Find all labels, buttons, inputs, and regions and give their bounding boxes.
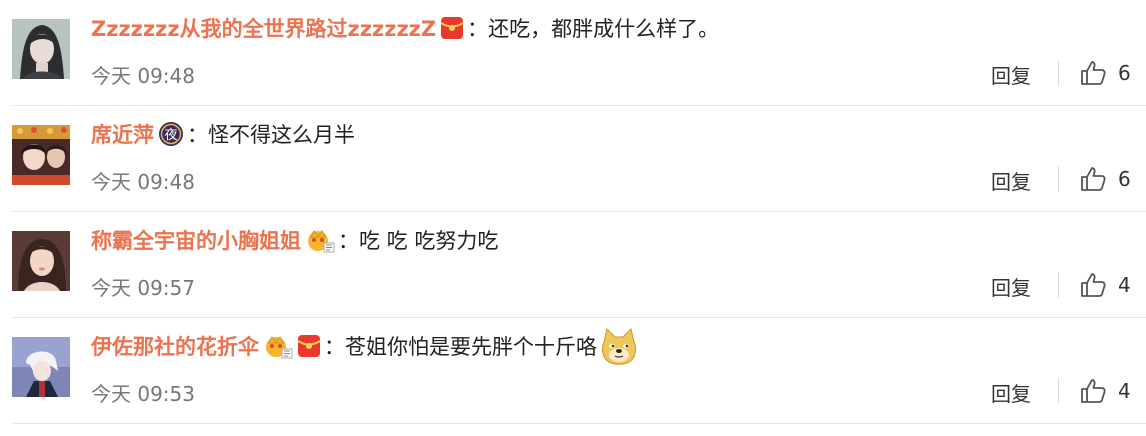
doge-emoji-icon (599, 326, 639, 366)
action-separator (1058, 272, 1059, 298)
username-link[interactable]: 伊佐那社的花折伞 (91, 331, 259, 361)
comment-content-line: 伊佐那社的花折伞 ： 苍姐你怕是要先胖个十斤咯 (91, 328, 639, 365)
night-badge-icon[interactable]: 夜 (158, 121, 184, 147)
svg-text:夜: 夜 (164, 128, 177, 143)
like-button[interactable]: 6 (1079, 164, 1131, 194)
comment-content-line: Zzzzzzz从我的全世界路过zzzzzzZ ： 还吃，都胖成什么样了。 (91, 12, 719, 44)
comment-content-line: 席近萍 夜 ： 怪不得这么月半 (91, 118, 355, 150)
like-count: 4 (1118, 273, 1131, 297)
comment-text: 苍姐你怕是要先胖个十斤咯 (345, 335, 597, 359)
comment-text: 吃 吃 吃努力吃 (359, 229, 499, 253)
username-link[interactable]: 称霸全宇宙的小胸姐姐 (91, 225, 301, 255)
red-envelope-icon[interactable] (440, 16, 464, 40)
crown-badge-icon[interactable] (305, 227, 335, 253)
comment-item: 伊佐那社的花折伞 ： 苍姐你怕是要先胖个十斤咯 今天 09:53 回复 4 (0, 318, 1146, 424)
avatar[interactable] (12, 125, 70, 185)
like-count: 6 (1118, 61, 1131, 85)
like-count: 4 (1118, 379, 1131, 403)
thumbs-up-icon (1079, 165, 1107, 193)
avatar[interactable] (12, 231, 70, 291)
comment-time: 今天 09:48 (91, 64, 195, 88)
red-envelope-icon[interactable] (297, 334, 321, 358)
thumbs-up-icon (1079, 59, 1107, 87)
comment-time: 今天 09:48 (91, 170, 195, 194)
colon-separator: ： (467, 17, 489, 41)
action-separator (1058, 378, 1059, 404)
reply-button[interactable]: 回复 (991, 166, 1031, 195)
like-button[interactable]: 6 (1079, 58, 1131, 88)
username-link[interactable]: 席近萍 (91, 119, 154, 149)
comment-time: 今天 09:53 (91, 382, 195, 406)
colon-separator: ： (324, 335, 345, 359)
like-button[interactable]: 4 (1079, 376, 1131, 406)
avatar[interactable] (12, 337, 70, 397)
comment-text: 怪不得这么月半 (208, 123, 355, 147)
action-separator (1058, 60, 1059, 86)
comment-list: Zzzzzzz从我的全世界路过zzzzzzZ ： 还吃，都胖成什么样了。 今天 … (0, 0, 1146, 436)
username-link[interactable]: Zzzzzzz从我的全世界路过zzzzzzZ (91, 13, 436, 43)
comment-item: Zzzzzzz从我的全世界路过zzzzzzZ ： 还吃，都胖成什么样了。 今天 … (0, 0, 1146, 106)
like-button[interactable]: 4 (1079, 270, 1131, 300)
colon-separator: ： (338, 229, 359, 253)
reply-button[interactable]: 回复 (991, 272, 1031, 301)
comment-content-line: 称霸全宇宙的小胸姐姐 ： 吃 吃 吃努力吃 (91, 224, 498, 256)
reply-button[interactable]: 回复 (991, 60, 1031, 89)
action-separator (1058, 166, 1059, 192)
comment-item: 席近萍 夜 ： 怪不得这么月半 今天 09:48 回复 6 (0, 106, 1146, 212)
thumbs-up-icon (1079, 271, 1107, 299)
thumbs-up-icon (1079, 377, 1107, 405)
divider (12, 423, 1146, 424)
avatar[interactable] (12, 19, 70, 79)
reply-button[interactable]: 回复 (991, 378, 1031, 407)
like-count: 6 (1118, 167, 1131, 191)
comment-text: 还吃，都胖成什么样了。 (488, 17, 720, 41)
comment-time: 今天 09:57 (91, 276, 195, 300)
comment-item: 称霸全宇宙的小胸姐姐 ： 吃 吃 吃努力吃 今天 09:57 回复 4 (0, 212, 1146, 318)
colon-separator: ： (187, 123, 208, 147)
crown-badge-icon[interactable] (263, 333, 293, 359)
